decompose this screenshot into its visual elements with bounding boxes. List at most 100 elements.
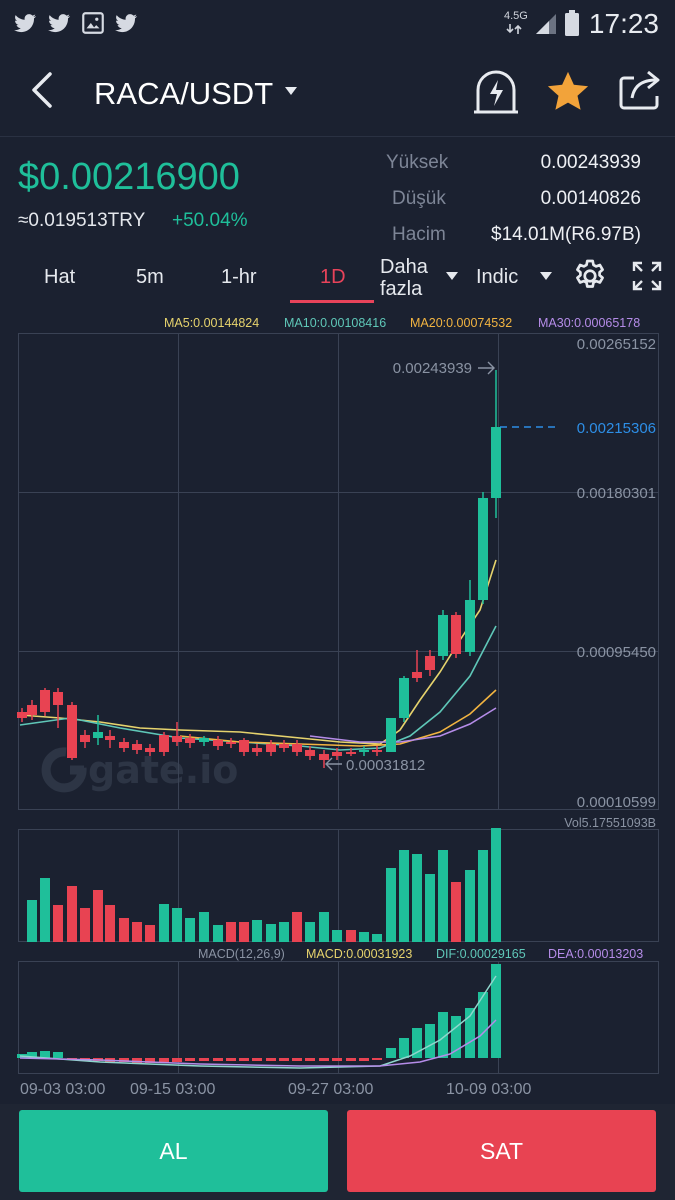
caret-down-icon[interactable]: [540, 272, 552, 280]
active-tab-indicator: [290, 300, 374, 303]
y-label-5: 0.00010599: [577, 794, 656, 811]
candle-body: [332, 752, 342, 756]
caret-down-icon[interactable]: [284, 86, 298, 96]
caret-down-icon[interactable]: [446, 272, 458, 280]
sell-button[interactable]: SAT: [347, 1110, 656, 1192]
last-price: $0.00216900: [18, 156, 240, 198]
volume-bar: [346, 930, 356, 942]
x-label-1: 09-03 03:00: [20, 1081, 106, 1098]
volume-bar: [252, 920, 262, 942]
dif-value: DIF:0.00029165: [436, 947, 526, 961]
volume-bar: [438, 850, 448, 942]
candle-body: [292, 744, 302, 752]
moving-averages: [19, 559, 497, 751]
volume-bar: [425, 874, 435, 942]
image-icon: [82, 12, 104, 34]
volume-bar: [199, 912, 209, 942]
candle-body: [17, 712, 27, 718]
tab-5m[interactable]: 5m: [136, 266, 164, 289]
candle-body: [305, 750, 315, 756]
candle-body: [213, 740, 223, 746]
volume-bar: [359, 932, 369, 942]
volume-bar: [292, 912, 302, 942]
volume-bar: [491, 828, 501, 942]
buy-button[interactable]: AL: [19, 1110, 328, 1192]
volume-bar: [478, 850, 488, 942]
tab-indicators[interactable]: Indic: [476, 266, 518, 289]
stat-high-label: Yüksek: [386, 152, 449, 173]
stat-low-value: 0.00140826: [540, 188, 641, 209]
candle-body: [399, 678, 409, 718]
volume-bar: [213, 925, 223, 942]
x-label-2: 09-15 03:00: [130, 1081, 216, 1098]
volume-bar: [266, 924, 276, 942]
settings-gear-icon[interactable]: [572, 258, 608, 294]
stat-volume-label: Hacim: [392, 224, 446, 245]
twitter-icon: [115, 14, 138, 33]
macd-bar: [199, 1058, 209, 1061]
macd-bar: [292, 1058, 302, 1061]
tab-more-line2: fazla: [380, 278, 423, 300]
stat-low-label: Düşük: [392, 188, 446, 209]
ma5-label: MA5:0.00144824: [164, 316, 260, 330]
candle-body: [132, 744, 142, 750]
candle-body: [145, 748, 155, 752]
candle-body: [239, 740, 249, 752]
tab-line[interactable]: Hat: [44, 266, 75, 289]
candle-body: [105, 736, 115, 740]
clock: 17:23: [588, 8, 659, 39]
candle-body: [67, 705, 77, 758]
macd-bar: [185, 1058, 195, 1061]
ma30-label: MA30:0.00065178: [538, 316, 641, 330]
high-marker-arrow-icon: [478, 361, 495, 375]
fullscreen-icon[interactable]: [632, 261, 662, 291]
ma10-label: MA10:0.00108416: [284, 316, 387, 330]
candle-body: [40, 690, 50, 712]
low-marker-label: 0.00031812: [346, 757, 425, 774]
volume-bar: [132, 922, 142, 942]
volume-bar: [372, 934, 382, 942]
macd-bar: [425, 1024, 435, 1058]
candle-body: [53, 692, 63, 705]
candle-body: [478, 498, 488, 600]
macd-bar: [213, 1058, 223, 1061]
volume-bar: [185, 918, 195, 942]
volume-bar: [226, 922, 236, 942]
macd-title: MACD(12,26,9): [198, 947, 285, 961]
candle-body: [491, 427, 501, 498]
y-label-current: 0.00215306: [577, 420, 656, 437]
price-alert-icon[interactable]: [472, 68, 520, 116]
macd-bar: [346, 1058, 356, 1061]
candle-body: [425, 656, 435, 670]
macd-bar: [305, 1058, 315, 1061]
candle-body: [359, 750, 369, 752]
candle-body: [319, 754, 329, 760]
battery-icon: [565, 10, 579, 36]
volume-bar: [279, 922, 289, 942]
status-bar: 4.5G 17:23: [0, 0, 675, 48]
candle-body: [279, 744, 289, 748]
tab-1d[interactable]: 1D: [320, 266, 346, 289]
volume-bar: [53, 905, 63, 942]
star-icon[interactable]: [546, 70, 590, 112]
tab-1hr[interactable]: 1-hr: [221, 266, 257, 289]
candle-body: [27, 705, 37, 715]
twitter-icon: [48, 14, 71, 33]
candle-body: [372, 750, 382, 752]
volume-bars: [27, 828, 501, 942]
back-icon[interactable]: [28, 70, 56, 110]
y-label-1: 0.00265152: [577, 336, 656, 353]
macd-bar: [399, 1038, 409, 1058]
price-in-try: ≈0.019513TRY: [18, 210, 146, 231]
candlestick-chart[interactable]: gate.io 0.00265152 0.00215306 0.00180301…: [0, 330, 675, 1110]
x-label-4: 10-09 03:00: [446, 1081, 532, 1098]
share-icon[interactable]: [618, 70, 662, 110]
candle-body: [93, 732, 103, 738]
macd-bar: [386, 1048, 396, 1058]
candle-body: [412, 672, 422, 678]
pair-title[interactable]: RACA/USDT: [94, 76, 273, 112]
signal-icon: [536, 14, 556, 34]
tab-more-line1: Daha: [380, 256, 428, 278]
volume-bar: [27, 900, 37, 942]
tab-more[interactable]: Daha fazla: [380, 256, 428, 300]
